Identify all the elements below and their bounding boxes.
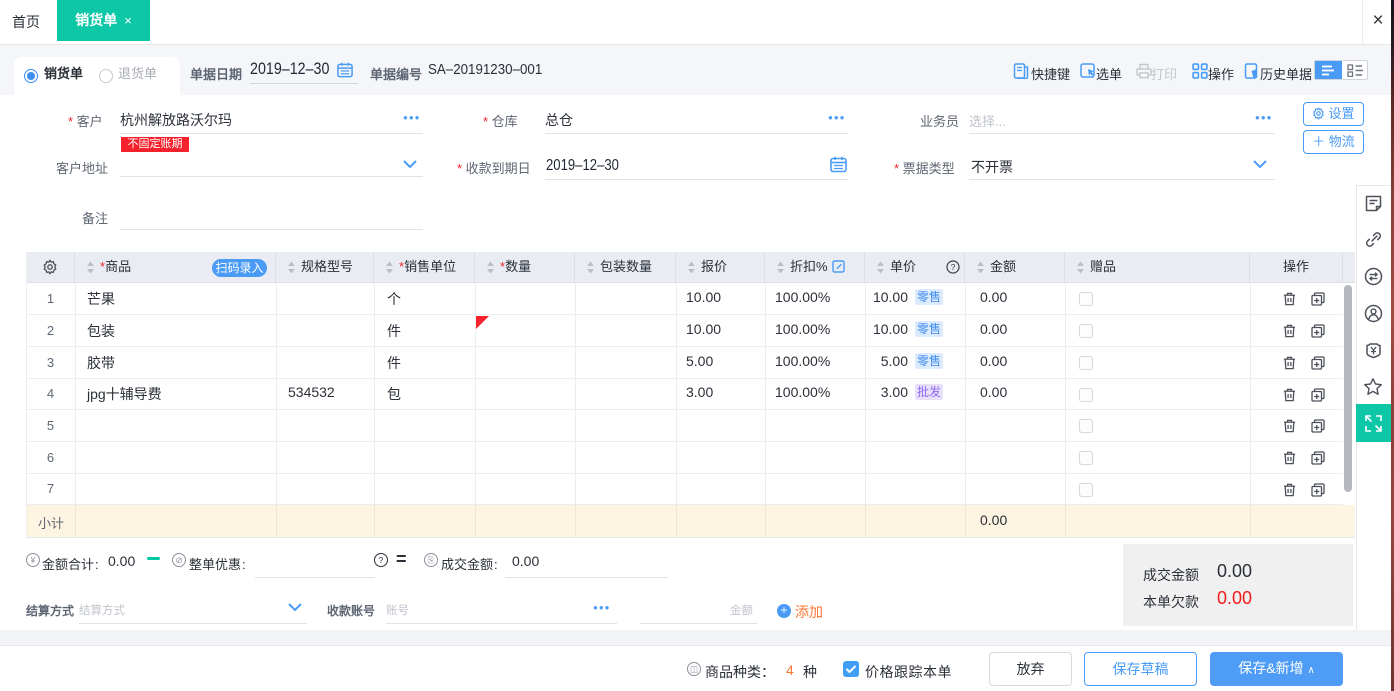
svg-text:?: ? (951, 262, 956, 272)
